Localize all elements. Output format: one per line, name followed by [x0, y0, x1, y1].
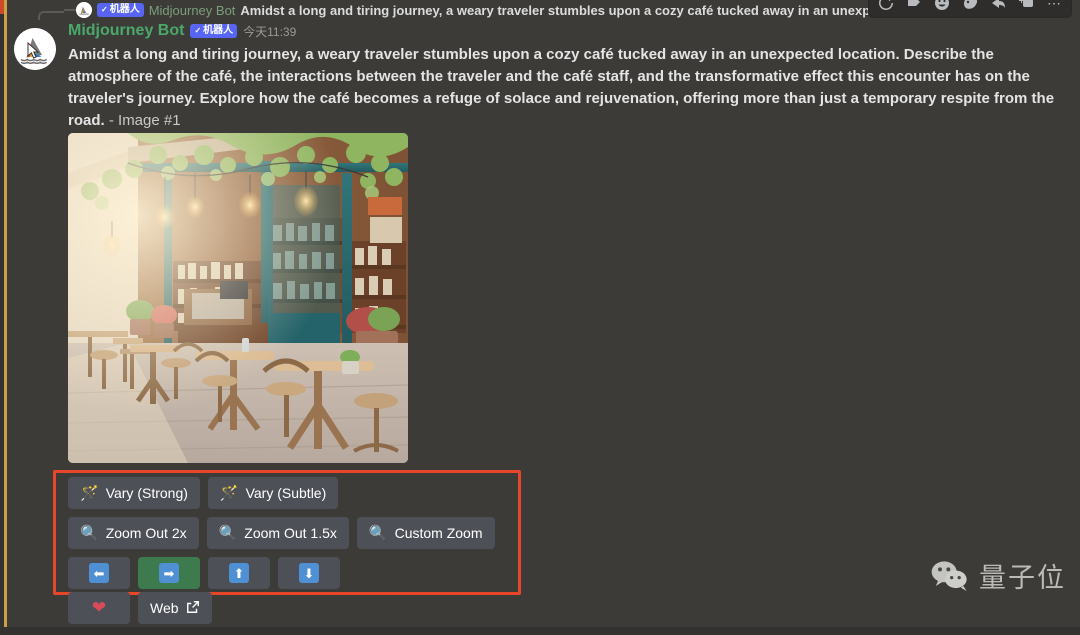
message-header: Midjourney Bot ✓ 机器人 今天11:39 [68, 20, 1068, 42]
magnifier-icon: 🔍 [80, 524, 99, 542]
reply-icon[interactable] [985, 0, 1011, 16]
custom-zoom-button[interactable]: 🔍 Custom Zoom [356, 517, 495, 549]
reply-dash-line [64, 9, 76, 11]
reply-avatar [76, 2, 92, 18]
vary-subtle-label: Vary (Subtle) [245, 485, 327, 501]
arrow-up-icon: ⬆ [229, 563, 249, 583]
prompt-text: Amidst a long and tiring journey, a wear… [68, 46, 1055, 129]
wechat-icon [930, 559, 970, 593]
create-thread-icon[interactable] [1013, 0, 1039, 16]
message-bot-badge: ✓ 机器人 [190, 23, 238, 39]
web-button[interactable]: Web [138, 592, 212, 624]
more-options-icon[interactable]: ⋯ [1041, 0, 1067, 16]
watermark-text: 量子位 [979, 563, 1066, 594]
arrow-right-icon: ➡ [159, 563, 179, 583]
avatar[interactable] [14, 28, 56, 70]
left-gold-divider [4, 0, 7, 635]
button-row-vary: 🪄 Vary (Strong) 🪄 Vary (Subtle) [68, 477, 538, 509]
message-hover-toolbar[interactable]: ⋯ [868, 0, 1072, 18]
zoom-out-2x-label: Zoom Out 2x [105, 525, 187, 541]
heart-icon: ❤ [91, 598, 107, 617]
bot-badge-label: 机器人 [109, 3, 140, 15]
web-button-label: Web [150, 600, 179, 616]
favorite-button[interactable]: ❤ [68, 592, 130, 624]
emoji-smile-icon[interactable] [929, 0, 955, 16]
magic-wand-icon: 🪄 [219, 484, 239, 502]
reaction-icon[interactable] [901, 0, 927, 16]
add-reaction-icon[interactable] [873, 0, 899, 16]
vary-strong-label: Vary (Strong) [105, 485, 188, 501]
discord-message-view: ✓ 机器人 Midjourney Bot Amidst a long and ti… [0, 0, 1080, 635]
magic-wand-icon: 🪄 [80, 484, 99, 502]
message-author-name[interactable]: Midjourney Bot [68, 22, 184, 40]
bottom-strip [0, 627, 1080, 635]
arrow-down-icon: ⬇ [299, 563, 319, 583]
pan-right-button[interactable]: ➡ [138, 557, 200, 589]
zoom-out-1-5x-button[interactable]: 🔍 Zoom Out 1.5x [206, 517, 349, 549]
arrow-left-icon: ⬅ [89, 563, 109, 583]
bot-badge-check-icon: ✓ [194, 26, 202, 35]
magnifier-icon: 🔍 [368, 524, 388, 542]
external-link-icon [186, 600, 200, 617]
message-timestamp: 今天11:39 [243, 24, 297, 39]
reply-spine-line [38, 11, 64, 20]
generated-image[interactable] [68, 133, 408, 463]
pan-left-button[interactable]: ⬅ [68, 557, 130, 589]
bot-badge-check-icon: ✓ [101, 5, 108, 14]
vary-subtle-button[interactable]: 🪄 Vary (Subtle) [207, 477, 339, 509]
reply-author-name[interactable]: Midjourney Bot [149, 3, 236, 18]
button-row-zoom: 🔍 Zoom Out 2x 🔍 Zoom Out 1.5x 🔍 Custom Z… [68, 517, 538, 549]
watermark: 量子位 [930, 556, 1066, 595]
vary-strong-button[interactable]: 🪄 Vary (Strong) [68, 477, 200, 509]
reply-bot-badge: ✓ 机器人 [97, 2, 144, 18]
image-index-label: - Image #1 [108, 112, 181, 129]
pan-up-button[interactable]: ⬆ [208, 557, 270, 589]
custom-zoom-label: Custom Zoom [394, 525, 483, 541]
zoom-out-1-5x-label: Zoom Out 1.5x [244, 525, 337, 541]
emoji-face-icon[interactable] [957, 0, 983, 16]
pan-down-button[interactable]: ⬇ [278, 557, 340, 589]
magnifier-icon: 🔍 [218, 524, 238, 542]
footer-button-row: ❤ Web [68, 592, 212, 624]
button-row-pan: ⬅ ➡ ⬆ ⬇ [68, 557, 538, 589]
midjourney-action-buttons: 🪄 Vary (Strong) 🪄 Vary (Subtle) 🔍 Zoom O… [68, 477, 538, 597]
bot-badge-label: 机器人 [203, 24, 234, 36]
zoom-out-2x-button[interactable]: 🔍 Zoom Out 2x [68, 517, 199, 549]
